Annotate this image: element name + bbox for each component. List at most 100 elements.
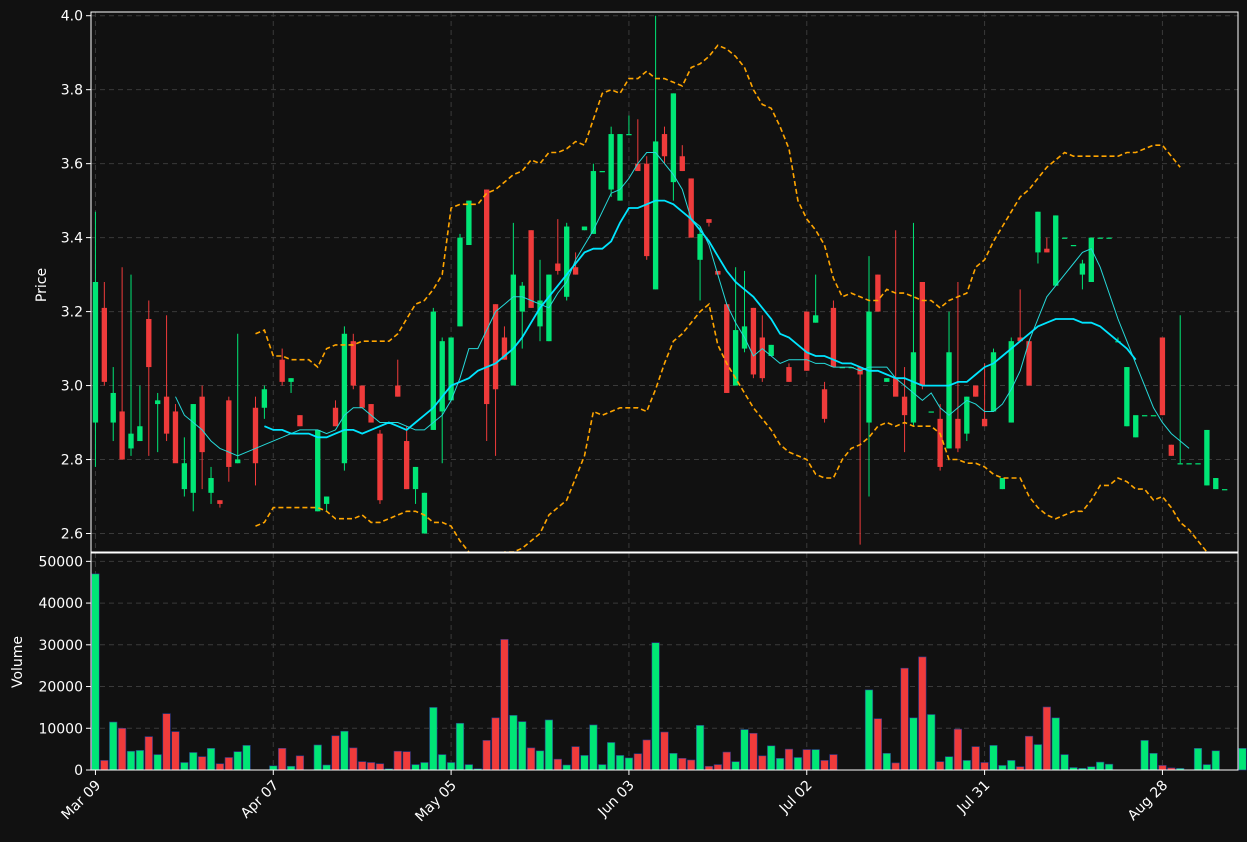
candle-body — [1124, 367, 1130, 427]
candle-body — [1186, 463, 1192, 465]
candle-body — [626, 134, 632, 136]
candle-body — [208, 478, 214, 493]
volume-bar — [420, 762, 429, 771]
volume-bar — [687, 759, 696, 771]
candle-body — [679, 156, 685, 172]
candle-body — [1204, 429, 1210, 486]
volume-bar — [598, 764, 607, 771]
candle-body — [519, 285, 525, 312]
volume-bar — [651, 642, 660, 771]
volume-bar — [295, 755, 305, 771]
volume-bar — [189, 752, 198, 771]
volume-bar — [607, 742, 616, 771]
volume-bar — [198, 756, 207, 771]
candle-body — [137, 426, 143, 442]
candle-body — [1053, 215, 1059, 286]
volume-bar — [758, 755, 767, 771]
volume-bar — [455, 722, 465, 771]
candle-body — [1168, 444, 1174, 456]
candle-body — [235, 459, 241, 464]
volume-bar — [331, 735, 340, 771]
volume-bar — [936, 761, 945, 771]
volume-bar — [589, 724, 598, 771]
volume-bar — [144, 736, 153, 771]
candle-body — [919, 282, 926, 386]
volume-bar — [135, 750, 144, 771]
volume-bar — [562, 764, 571, 771]
candle-body — [421, 492, 428, 534]
volume-bar — [340, 730, 349, 771]
volume-bar — [749, 732, 758, 771]
volume-bar — [358, 761, 367, 771]
candle-body — [1088, 237, 1094, 282]
candle-body — [812, 315, 819, 323]
candle-body — [1097, 237, 1103, 239]
candle-body — [252, 407, 259, 464]
volume-bar — [864, 689, 874, 771]
candle-body — [412, 466, 419, 490]
candle-body — [128, 433, 134, 449]
volume-bar — [1096, 761, 1105, 771]
volume-bar — [544, 719, 553, 771]
candle-body — [510, 274, 517, 386]
volume-bar — [731, 761, 740, 771]
candle-body — [697, 233, 703, 260]
price-tick-label: 3.8 — [61, 83, 83, 99]
volume-bar — [206, 747, 216, 771]
volume-bar — [1158, 765, 1167, 771]
volume-bar — [411, 764, 420, 771]
volume-bar — [571, 746, 580, 771]
volume-bar — [1087, 766, 1096, 771]
volume-bar — [642, 739, 651, 771]
candle-body — [350, 341, 356, 386]
volume-bar — [171, 731, 180, 771]
price-axis-label: Price — [34, 268, 50, 302]
price-tick-label: 3.6 — [61, 157, 83, 173]
volume-bar — [962, 760, 971, 771]
volume-bar — [1202, 764, 1211, 771]
candle-body — [599, 171, 605, 173]
volume-bar — [776, 758, 785, 771]
volume-bar — [491, 717, 500, 771]
volume-bar — [695, 725, 705, 771]
candle-body — [670, 93, 677, 183]
candle-body — [608, 134, 614, 190]
volume-bar — [633, 753, 642, 771]
candle-body — [448, 337, 454, 401]
volume-bar — [1016, 766, 1025, 771]
volume-bar — [535, 750, 545, 771]
volume-bar — [126, 750, 136, 771]
candle-body — [199, 396, 205, 453]
volume-bar — [1193, 747, 1203, 771]
volume-bar — [918, 656, 927, 771]
candle-body — [644, 163, 650, 257]
volume-bar — [802, 749, 811, 771]
volume-bar — [669, 753, 678, 771]
candle-body — [555, 263, 561, 271]
volume-bar — [740, 729, 749, 771]
candle-body — [564, 226, 570, 297]
volume-bar — [811, 749, 820, 771]
volume-bar — [624, 757, 634, 771]
volume-bar — [286, 765, 296, 771]
candle-body — [323, 496, 330, 504]
candle-body — [190, 404, 196, 493]
volume-bar — [989, 745, 998, 771]
candle-body — [901, 396, 908, 416]
volume-bar — [393, 750, 402, 771]
volume-bar — [882, 753, 891, 771]
volume-bar — [233, 751, 242, 771]
candle-body — [377, 433, 383, 501]
volume-bar — [829, 754, 838, 771]
candle-body — [724, 304, 730, 393]
candle-body — [661, 134, 668, 157]
volume-bar — [900, 667, 909, 771]
volume-bar — [118, 727, 127, 771]
volume-bar — [980, 762, 989, 771]
volume-bar — [313, 744, 322, 771]
candle-body — [279, 359, 285, 382]
volume-bar — [1033, 744, 1043, 771]
volume-bar — [1238, 747, 1247, 771]
volume-bar — [215, 763, 225, 771]
candle-body — [981, 418, 988, 427]
